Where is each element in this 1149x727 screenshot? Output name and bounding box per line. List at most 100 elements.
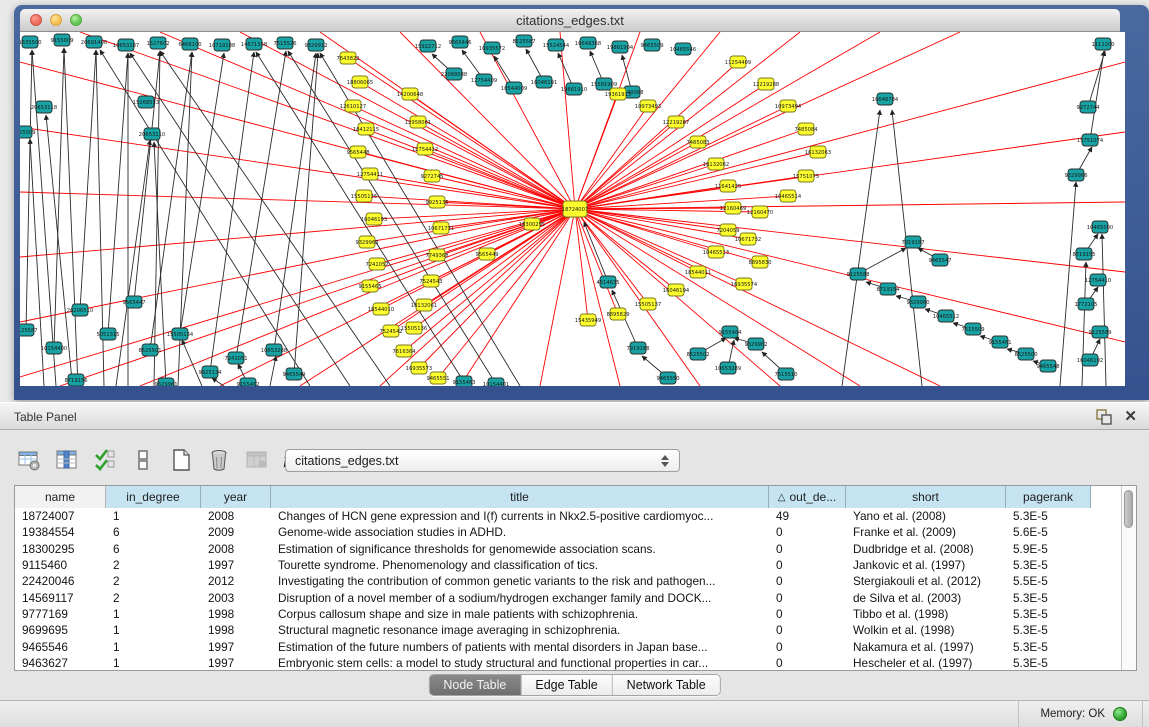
column-header-short[interactable]: short — [846, 486, 1006, 508]
graph-node-label: 10465546 — [670, 47, 696, 53]
graph-node-label: 9465550 — [656, 376, 679, 382]
graph-node-label: 15581909 — [591, 82, 617, 88]
graph-node-label: 9329912 — [304, 43, 327, 49]
column-header-title[interactable]: title — [271, 486, 769, 508]
graph-node-label: 10973494 — [775, 104, 802, 110]
table-row[interactable]: 2242004622012Investigating the contribut… — [15, 573, 1121, 589]
table-cell: 5.3E-5 — [1006, 623, 1091, 637]
tab-node-table[interactable]: Node Table — [429, 675, 521, 695]
table-cell: 2008 — [201, 509, 271, 523]
column-header-year[interactable]: year — [201, 486, 271, 508]
table-panel-header: Table Panel ✕ — [0, 402, 1149, 430]
delete-table-icon[interactable] — [244, 447, 270, 473]
table-cell: 0 — [769, 607, 846, 621]
zoom-window-button[interactable] — [70, 14, 82, 26]
deselect-all-icon[interactable] — [130, 447, 156, 473]
app-root: { "window": { "title": "citations_edges.… — [0, 0, 1149, 727]
graph-node-label: 10154400 — [41, 346, 67, 352]
graph-node-label: 12754410 — [1085, 278, 1111, 284]
table-mode-icon[interactable] — [16, 447, 42, 473]
vertical-scrollbar[interactable] — [1121, 486, 1136, 670]
select-all-icon[interactable] — [92, 447, 118, 473]
table-cell: 1 — [106, 623, 201, 637]
graph-node-label: 6466100 — [178, 42, 201, 48]
delete-column-icon[interactable] — [206, 447, 232, 473]
table-row[interactable]: 1872400712008Changes of HCN gene express… — [15, 508, 1121, 524]
graph-node-label: 16649368 — [575, 41, 601, 47]
column-header-in-degree[interactable]: in_degree — [106, 486, 201, 508]
float-panel-icon[interactable] — [1095, 409, 1113, 425]
table-row[interactable]: 1456911722003Disruption of a novel membe… — [15, 589, 1121, 605]
graph-node-label: 8525501 — [138, 348, 161, 354]
graph-node-label: 15922712 — [415, 44, 441, 50]
table-cell: 1 — [106, 640, 201, 654]
graph-node-label: 8525502 — [686, 352, 709, 358]
graph-node-label: 10465513 — [703, 250, 729, 256]
scrollbar-thumb[interactable] — [1124, 490, 1133, 528]
column-header-out-de-[interactable]: △out_de... — [769, 486, 846, 508]
tab-network-table[interactable]: Network Table — [613, 675, 720, 695]
graph-node-label: 16046191 — [531, 80, 557, 86]
graph-node-label: 15751075 — [793, 174, 819, 180]
table-cell: 14569117 — [15, 591, 106, 605]
column-header-pagerank[interactable]: pagerank — [1006, 486, 1091, 508]
graph-node-label: 7515526 — [273, 41, 296, 47]
graph-node-label: 9329962 — [744, 342, 767, 348]
table-selector-dropdown[interactable]: citations_edges.txt — [285, 449, 680, 472]
memory-status-indicator — [1113, 707, 1127, 721]
graph-node-label: 8719154 — [876, 287, 900, 293]
table-rows: 1872400712008Changes of HCN gene express… — [15, 508, 1121, 670]
create-column-icon[interactable] — [168, 447, 194, 473]
table-cell: 1997 — [201, 640, 271, 654]
table-row[interactable]: 946554611997Estimation of the future num… — [15, 638, 1121, 654]
graph-node-label: 22068088 — [441, 72, 467, 78]
table-row[interactable]: 1938455462009Genome-wide association stu… — [15, 524, 1121, 540]
table-cell: Stergiakouli et al. (2012) — [846, 574, 1006, 588]
graph-node-label: 9155465 — [358, 284, 381, 290]
graph-node-label: 9925135 — [425, 200, 448, 206]
close-window-button[interactable] — [30, 14, 42, 26]
network-window[interactable]: citations_edges.txt 16355009155009206914… — [14, 5, 1149, 400]
graph-node-label: 8719156 — [64, 378, 87, 384]
table-cell: 9465546 — [15, 640, 106, 654]
tab-edge-table[interactable]: Edge Table — [521, 675, 612, 695]
table-row[interactable]: 946362711997Embryonic stem cells: a mode… — [15, 655, 1121, 670]
table-cell: Nakamura et al. (1997) — [846, 640, 1006, 654]
table-cell: 1997 — [201, 558, 271, 572]
graph-node-label: 12219287 — [663, 120, 689, 126]
table-row[interactable]: 977716911998Corpus callosum shape and si… — [15, 606, 1121, 622]
table-row[interactable]: 1830029562008Estimation of significance … — [15, 541, 1121, 557]
minimize-window-button[interactable] — [50, 14, 62, 26]
table-cell: 0 — [769, 574, 846, 588]
table-cell: 9115460 — [15, 558, 106, 572]
table-cell: 19384554 — [15, 525, 106, 539]
table-cell: 0 — [769, 525, 846, 539]
close-panel-icon[interactable]: ✕ — [1124, 407, 1137, 425]
show-columns-icon[interactable] — [54, 447, 80, 473]
graph-node-label: 9125589 — [1088, 330, 1111, 336]
table-cell: Structural magnetic resonance image aver… — [271, 623, 769, 637]
graph-node-label: 9329963 — [355, 240, 378, 246]
column-header-name[interactable]: name — [15, 486, 106, 508]
graph-node-label: 1111200 — [1091, 42, 1114, 48]
graph-node-label: 7919187 — [901, 240, 924, 246]
window-titlebar[interactable]: citations_edges.txt — [20, 9, 1120, 32]
table-row[interactable]: 969969511998Structural magnetic resonanc… — [15, 622, 1121, 638]
table-cell: Tourette syndrome. Phenomenology and cla… — [271, 558, 769, 572]
table-cell: Embryonic stem cells: a model to study s… — [271, 656, 769, 670]
network-canvas[interactable]: 1635500915500920691406106532871527602646… — [20, 32, 1125, 386]
table-toolbar: f(x) — [16, 446, 308, 474]
table-row[interactable]: 911546021997Tourette syndrome. Phenomeno… — [15, 557, 1121, 573]
network-graph-svg: 1635500915500920691406106532871527602646… — [20, 32, 1125, 386]
window-title: citations_edges.txt — [20, 13, 1120, 28]
table-cell: Disruption of a novel member of a sodium… — [271, 591, 769, 605]
graph-node-label: 16046194 — [663, 288, 690, 294]
graph-node-label: 19861910 — [561, 87, 587, 93]
graph-node-label: 12958061 — [405, 120, 431, 126]
header-filler — [1091, 486, 1121, 508]
table-cell: 5.3E-5 — [1006, 656, 1091, 670]
graph-node-label: 11641425 — [715, 184, 741, 190]
graph-node-label: 9465509 — [640, 43, 663, 49]
graph-node-label: 16935574 — [731, 282, 758, 288]
graph-node-label: 9565447 — [122, 300, 145, 306]
